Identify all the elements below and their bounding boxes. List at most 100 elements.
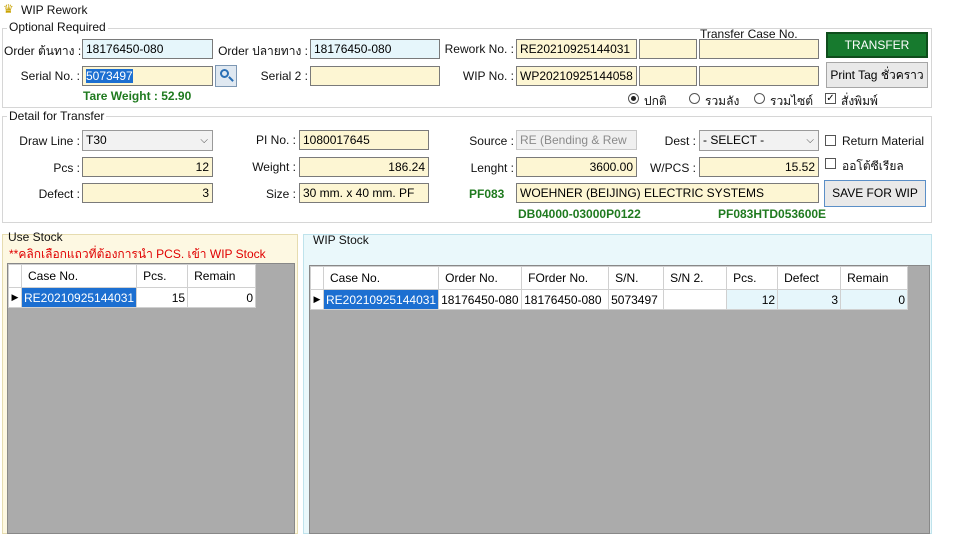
weight-label: Weight : xyxy=(252,160,296,174)
column-header[interactable]: Defect xyxy=(777,266,842,290)
lenght-input[interactable]: 3600.00 xyxy=(516,157,637,177)
row-header-corner xyxy=(310,266,324,290)
sn2-cell[interactable] xyxy=(663,289,728,310)
order-source-label: Order ต้นทาง : xyxy=(4,44,82,58)
drawline-select[interactable]: T30 ⌵ xyxy=(82,130,213,151)
serial-no-input[interactable]: 5073497 xyxy=(82,66,213,86)
pi-no-input[interactable]: 1080017645 xyxy=(299,130,429,150)
customer-code: PF083 xyxy=(469,187,505,201)
size-input[interactable]: 30 mm. x 40 mm. PF xyxy=(299,183,429,203)
column-header[interactable]: S/N. xyxy=(608,266,665,290)
chevron-down-icon: ⌵ xyxy=(806,135,814,146)
auto-serial-checkbox[interactable] xyxy=(825,158,836,169)
table-row[interactable]: ▶ RE20210925144031 15 0 xyxy=(8,287,257,308)
pcs-label: Pcs : xyxy=(53,161,80,175)
part-code-2: PF083HTD053600E xyxy=(718,207,827,221)
remain-cell[interactable]: 0 xyxy=(187,287,257,308)
defect-cell[interactable]: 3 xyxy=(777,289,842,310)
wip-no-label: WIP No. : xyxy=(462,69,514,83)
source-label: Source : xyxy=(469,134,514,148)
optional-required-title: Optional Required xyxy=(7,20,108,34)
radio-normal-label: ปกติ xyxy=(644,94,667,108)
lenght-label: Lenght : xyxy=(470,161,514,175)
dest-select[interactable]: - SELECT - ⌵ xyxy=(699,130,819,151)
wip-extra-input[interactable] xyxy=(639,66,697,86)
case-no-cell[interactable]: RE20210925144031 xyxy=(322,289,440,310)
column-header[interactable]: FOrder No. xyxy=(521,266,610,290)
column-header[interactable]: Case No. xyxy=(20,264,138,288)
table-row[interactable]: ▶ RE20210925144031 18176450-080 18176450… xyxy=(310,289,909,310)
dest-label: Dest : xyxy=(664,134,696,148)
wip-no-input[interactable]: WP20210925144058 xyxy=(516,66,637,86)
use-stock-header-row: Case No. Pcs. Remain xyxy=(8,264,257,288)
drawline-value: T30 xyxy=(86,133,107,147)
column-header[interactable]: Order No. xyxy=(438,266,523,290)
column-header[interactable]: S/N 2. xyxy=(663,266,728,290)
pi-no-label: PI No. : xyxy=(255,133,296,147)
row-pointer-icon: ▶ xyxy=(8,287,22,308)
serial2-label: Serial 2 : xyxy=(260,69,308,83)
radio-combine-size-label: รวมไซต์ xyxy=(770,94,814,108)
row-pointer-icon: ▶ xyxy=(310,289,324,310)
weight-input[interactable]: 186.24 xyxy=(299,157,429,177)
print-checkbox[interactable]: ✓ xyxy=(825,93,836,104)
serial-no-value: 5073497 xyxy=(86,69,133,83)
column-header[interactable]: Remain xyxy=(840,266,909,290)
size-label: Size : xyxy=(265,187,296,201)
search-icon-handle xyxy=(228,76,234,82)
radio-combine-size[interactable] xyxy=(754,93,765,104)
pcs-cell[interactable]: 15 xyxy=(136,287,189,308)
order-dest-input[interactable]: 18176450-080 xyxy=(310,39,440,59)
rework-extra-input[interactable] xyxy=(639,39,697,59)
return-material-checkbox[interactable] xyxy=(825,135,836,146)
radio-combine-case-label: รวมลัง xyxy=(705,94,740,108)
wip-stock-header-row: Case No. Order No. FOrder No. S/N. S/N 2… xyxy=(310,266,909,290)
pcs-input[interactable]: 12 xyxy=(82,157,213,177)
remain-cell[interactable]: 0 xyxy=(840,289,909,310)
search-button[interactable] xyxy=(215,65,237,87)
radio-normal[interactable] xyxy=(628,93,639,104)
column-header[interactable]: Case No. xyxy=(322,266,440,290)
wip-stock-title: WIP Stock xyxy=(313,233,369,247)
customer-name-input[interactable]: WOEHNER (BEIJING) ELECTRIC SYSTEMS xyxy=(516,183,819,203)
case-no-cell[interactable]: RE20210925144031 xyxy=(20,287,138,308)
transfer-case-input[interactable] xyxy=(699,39,819,59)
source-select[interactable]: RE (Bending & Rew xyxy=(516,130,637,150)
rework-no-input[interactable]: RE20210925144031 xyxy=(516,39,637,59)
wip-stock-table: Case No. Order No. FOrder No. S/N. S/N 2… xyxy=(310,266,909,310)
column-header[interactable]: Pcs. xyxy=(726,266,779,290)
serial-no-label: Serial No. : xyxy=(20,69,80,83)
defect-input[interactable]: 3 xyxy=(82,183,213,203)
wpcs-label: W/PCS : xyxy=(649,161,696,175)
dest-value: - SELECT - xyxy=(703,133,765,147)
transfer-button[interactable]: TRANSFER xyxy=(826,32,928,58)
wip-extra-input-2[interactable] xyxy=(699,66,819,86)
auto-serial-label: ออโต้ซีเรียล xyxy=(842,159,904,173)
order-no-cell[interactable]: 18176450-080 xyxy=(438,289,523,310)
chevron-down-icon: ⌵ xyxy=(200,135,208,146)
print-tag-button[interactable]: Print Tag ชั่วคราว xyxy=(826,62,928,88)
pcs-cell[interactable]: 12 xyxy=(726,289,779,310)
serial2-input[interactable] xyxy=(310,66,440,86)
column-header[interactable]: Remain xyxy=(187,264,257,288)
sn-cell[interactable]: 5073497 xyxy=(608,289,665,310)
detail-title: Detail for Transfer xyxy=(7,109,107,123)
tare-weight: Tare Weight : 52.90 xyxy=(83,89,192,103)
radio-combine-case[interactable] xyxy=(689,93,700,104)
use-stock-hint: **คลิกเลือกแถวที่ต้องการนำ PCS. เข้า WIP… xyxy=(9,247,266,261)
wip-stock-grid: Case No. Order No. FOrder No. S/N. S/N 2… xyxy=(309,265,930,534)
forder-no-cell[interactable]: 18176450-080 xyxy=(521,289,610,310)
defect-label: Defect : xyxy=(38,187,80,201)
part-code: DB04000-03000P0122 xyxy=(518,207,641,221)
column-header[interactable]: Pcs. xyxy=(136,264,189,288)
title-bar: ♛ WIP Rework xyxy=(0,0,966,20)
drawline-label: Draw Line : xyxy=(19,134,80,148)
order-source-input[interactable]: 18176450-080 xyxy=(82,39,213,59)
save-for-wip-button[interactable]: SAVE FOR WIP xyxy=(824,180,926,207)
wpcs-input[interactable]: 15.52 xyxy=(699,157,819,177)
row-header-corner xyxy=(8,264,22,288)
use-stock-grid: Case No. Pcs. Remain ▶ RE20210925144031 … xyxy=(7,263,295,534)
trophy-icon: ♛ xyxy=(3,2,14,16)
use-stock-title: Use Stock xyxy=(8,230,63,244)
window-title: WIP Rework xyxy=(21,3,88,17)
